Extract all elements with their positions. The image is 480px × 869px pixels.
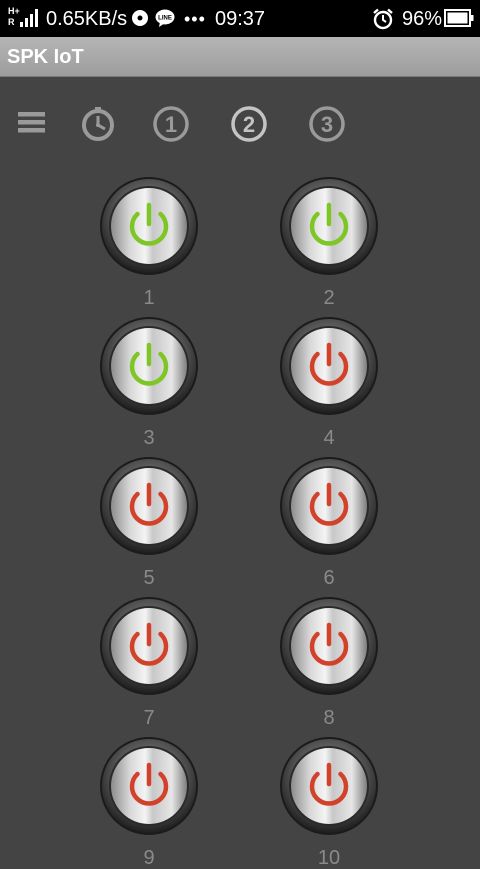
power-button-8[interactable]: [279, 596, 379, 696]
power-button-4[interactable]: [279, 316, 379, 416]
switch-label-10: 10: [317, 847, 341, 869]
switch-label-2: 2: [323, 287, 335, 309]
power-button-3[interactable]: [99, 316, 199, 416]
switch-label-7: 7: [143, 707, 155, 729]
switch-label-4: 4: [323, 427, 335, 449]
switch-label-6: 6: [323, 567, 335, 589]
switch-label-5: 5: [143, 567, 155, 589]
switch-label-8: 8: [323, 707, 335, 729]
switch-label-9: 9: [143, 847, 155, 869]
power-button-2[interactable]: [279, 176, 379, 276]
power-button-10[interactable]: [279, 736, 379, 836]
power-button-1[interactable]: [99, 176, 199, 276]
switch-label-1: 1: [143, 287, 155, 309]
power-button-9[interactable]: [99, 736, 199, 836]
power-button-6[interactable]: [279, 456, 379, 556]
switch-label-3: 3: [143, 427, 155, 449]
power-button-7[interactable]: [99, 596, 199, 696]
switch-grid: 1 2 3 4 5 6 7 8 9 10: [0, 0, 480, 869]
power-button-5[interactable]: [99, 456, 199, 556]
